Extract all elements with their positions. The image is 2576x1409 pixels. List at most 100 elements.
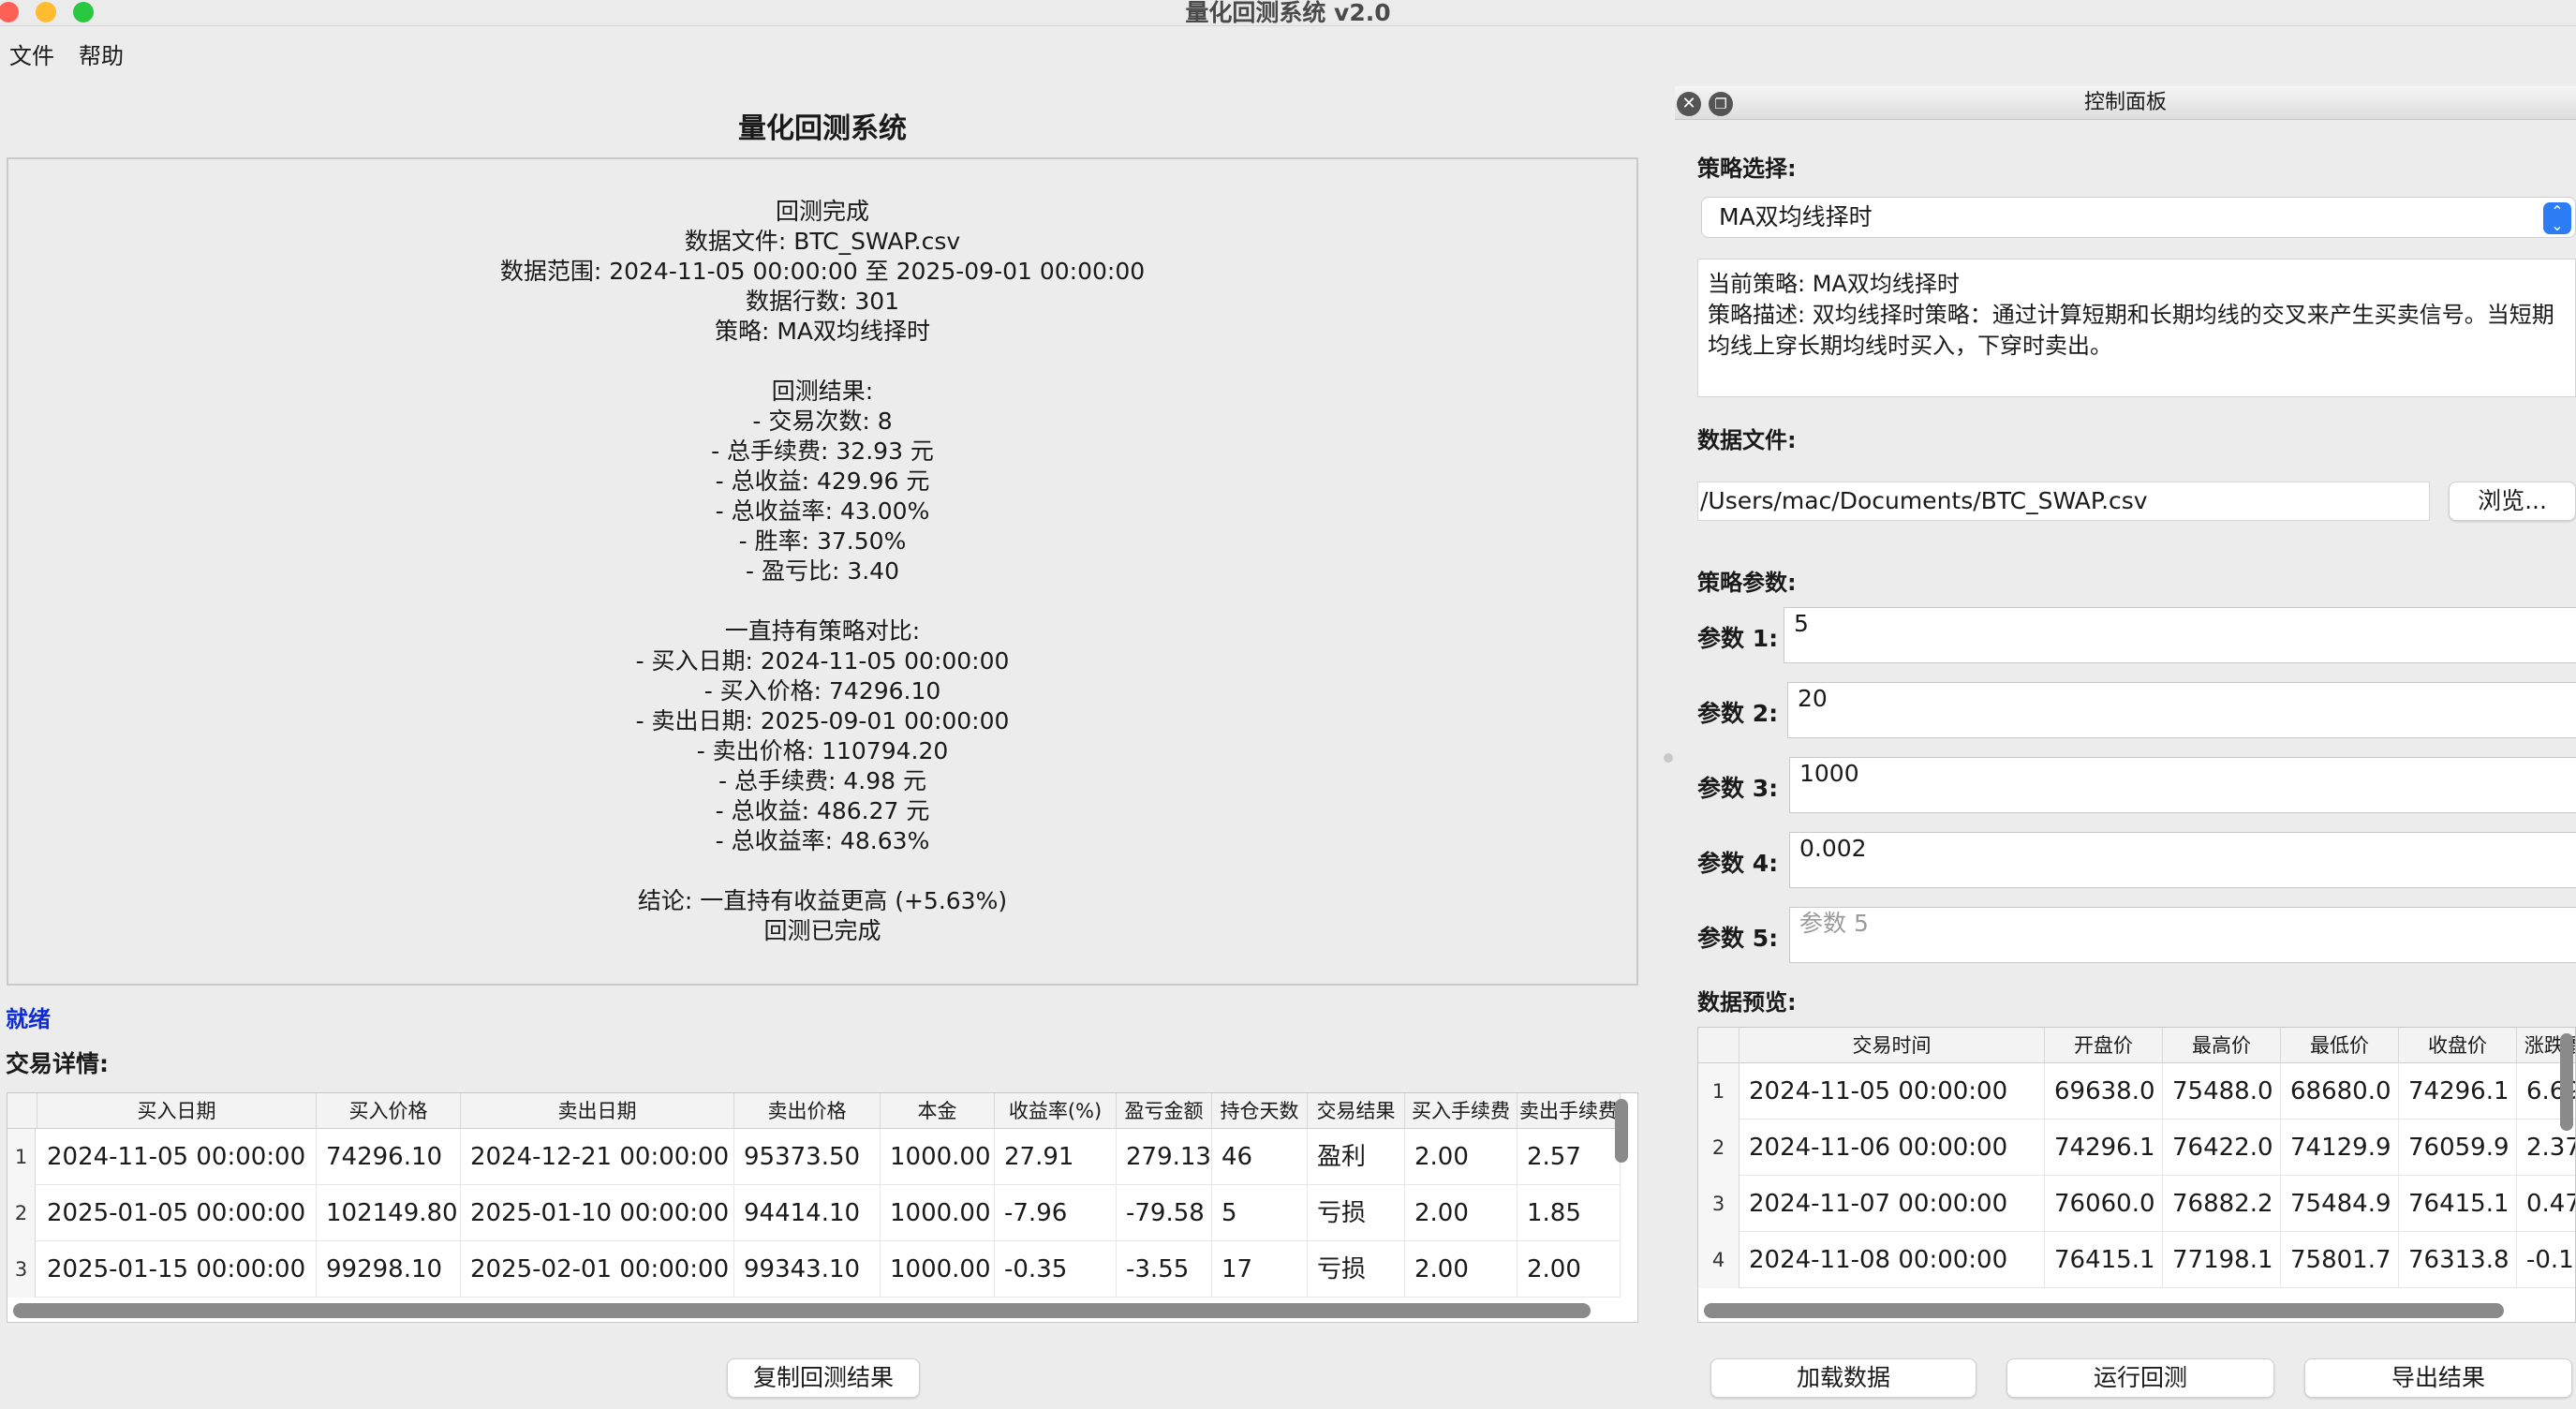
column-header[interactable]: 买入手续费	[1405, 1093, 1517, 1129]
table-cell[interactable]: 46	[1212, 1129, 1308, 1185]
result-line: 回测结果:	[771, 378, 874, 405]
result-line: - 总收益: 486.27 元	[715, 797, 930, 824]
result-line: - 总收益: 429.96 元	[715, 467, 930, 495]
param-1-input[interactable]: 5	[1784, 607, 2576, 663]
table-cell[interactable]: 17	[1212, 1241, 1308, 1298]
datafile-path-input[interactable]: /Users/mac/Documents/BTC_SWAP.csv	[1697, 482, 2430, 521]
column-header[interactable]: 收益率(%)	[995, 1093, 1117, 1129]
table-cell[interactable]: 1000.00	[881, 1129, 995, 1185]
column-header[interactable]: 买入价格	[317, 1093, 461, 1129]
table-cell[interactable]: -0.13	[2517, 1232, 2575, 1288]
horizontal-scrollbar[interactable]	[1704, 1303, 2504, 1318]
table-cell[interactable]: 2025-01-15 00:00:00	[37, 1241, 317, 1298]
table-cell[interactable]: 74296.10	[317, 1129, 461, 1185]
column-header[interactable]: 本金	[881, 1093, 995, 1129]
table-cell[interactable]: 2025-02-01 00:00:00	[461, 1241, 734, 1298]
status-label: 就绪	[6, 1006, 51, 1032]
table-cell[interactable]: 75484.9	[2281, 1176, 2399, 1232]
column-header[interactable]: 卖出日期	[461, 1093, 734, 1129]
export-result-button[interactable]: 导出结果	[2304, 1358, 2572, 1398]
table-cell[interactable]: -7.96	[995, 1185, 1117, 1241]
table-cell[interactable]: 2024-12-21 00:00:00	[461, 1129, 734, 1185]
param-5-input[interactable]: 参数 5	[1789, 907, 2576, 963]
table-cell[interactable]: 69638.0	[2045, 1063, 2163, 1120]
table-cell[interactable]: 76422.0	[2163, 1120, 2281, 1176]
column-header[interactable]: 持仓天数	[1212, 1093, 1308, 1129]
browse-button[interactable]: 浏览...	[2449, 482, 2576, 521]
column-header[interactable]: 开盘价	[2045, 1028, 2163, 1063]
load-data-button[interactable]: 加载数据	[1710, 1358, 1976, 1398]
param-2-input[interactable]: 20	[1787, 682, 2576, 738]
table-cell[interactable]: 1000.00	[881, 1241, 995, 1298]
run-backtest-button[interactable]: 运行回测	[2006, 1358, 2274, 1398]
table-cell[interactable]: 27.91	[995, 1129, 1117, 1185]
horizontal-scrollbar[interactable]	[13, 1303, 1591, 1318]
menu-help[interactable]: 帮助	[79, 37, 124, 75]
data-preview-table[interactable]: 交易时间开盘价最高价最低价收盘价涨跌幅(12024-11-05 00:00:00…	[1697, 1027, 2576, 1323]
table-cell[interactable]: 2.00	[1517, 1241, 1621, 1298]
column-header[interactable]: 收盘价	[2399, 1028, 2517, 1063]
table-cell[interactable]: 77198.1	[2163, 1232, 2281, 1288]
table-cell[interactable]: 75801.7	[2281, 1232, 2399, 1288]
table-cell[interactable]: 99343.10	[734, 1241, 881, 1298]
column-header[interactable]: 最高价	[2163, 1028, 2281, 1063]
column-header[interactable]: 最低价	[2281, 1028, 2399, 1063]
column-header[interactable]: 交易时间	[1740, 1028, 2045, 1063]
table-cell[interactable]: 74296.1	[2045, 1120, 2163, 1176]
table-cell[interactable]: 76415.1	[2045, 1232, 2163, 1288]
table-cell[interactable]: 76313.8	[2399, 1232, 2517, 1288]
table-cell[interactable]: 2024-11-05 00:00:00	[1740, 1063, 2045, 1120]
table-cell[interactable]: 2024-11-07 00:00:00	[1740, 1176, 2045, 1232]
strategy-select[interactable]: MA双均线择时 ⌃ ⌄	[1701, 197, 2576, 238]
column-header[interactable]: 盈亏金额	[1117, 1093, 1212, 1129]
table-cell[interactable]: 亏损	[1308, 1185, 1405, 1241]
table-cell[interactable]: -0.35	[995, 1241, 1117, 1298]
table-cell[interactable]: 2.00	[1405, 1185, 1517, 1241]
table-cell[interactable]: 2.00	[1405, 1129, 1517, 1185]
table-cell[interactable]: 5	[1212, 1185, 1308, 1241]
table-cell[interactable]: 102149.80	[317, 1185, 461, 1241]
table-cell[interactable]: 2024-11-05 00:00:00	[37, 1129, 317, 1185]
table-cell[interactable]: 2.00	[1405, 1241, 1517, 1298]
table-cell[interactable]: 2025-01-05 00:00:00	[37, 1185, 317, 1241]
table-cell[interactable]: -3.55	[1117, 1241, 1212, 1298]
trade-details-table[interactable]: 买入日期 买入价格 卖出日期 卖出价格 本金 收益率(%) 盈亏金额 持仓天数 交易结果 买入手续…	[7, 1092, 1638, 1323]
splitter-handle[interactable]	[1664, 753, 1673, 763]
table-cell[interactable]: 2024-11-06 00:00:00	[1740, 1120, 2045, 1176]
table-cell[interactable]: 76060.0	[2045, 1176, 2163, 1232]
table-cell[interactable]: 99298.10	[317, 1241, 461, 1298]
vertical-scrollbar[interactable]	[1615, 1099, 1628, 1163]
vertical-scrollbar[interactable]	[2560, 1033, 2573, 1131]
table-cell[interactable]: 75488.0	[2163, 1063, 2281, 1120]
table-cell[interactable]: 74129.9	[2281, 1120, 2399, 1176]
column-header[interactable]: 交易结果	[1308, 1093, 1405, 1129]
column-header[interactable]: 卖出手续费	[1517, 1093, 1621, 1129]
table-cell[interactable]: 68680.0	[2281, 1063, 2399, 1120]
column-header[interactable]: 卖出价格	[734, 1093, 881, 1129]
table-cell[interactable]: -79.58	[1117, 1185, 1212, 1241]
table-cell[interactable]: 279.13	[1117, 1129, 1212, 1185]
table-cell[interactable]: 0.47	[2517, 1176, 2575, 1232]
strategy-select-value: MA双均线择时	[1719, 203, 1873, 230]
table-cell[interactable]: 盈利	[1308, 1129, 1405, 1185]
table-cell[interactable]: 95373.50	[734, 1129, 881, 1185]
table-cell[interactable]: 1000.00	[881, 1185, 995, 1241]
param-3-input[interactable]: 1000	[1789, 757, 2576, 813]
copy-result-button[interactable]: 复制回测结果	[727, 1358, 920, 1398]
table-cell[interactable]: 2.57	[1517, 1129, 1621, 1185]
table-cell[interactable]: 1.85	[1517, 1185, 1621, 1241]
result-line: 结论: 一直持有收益更高 (+5.63%)	[637, 887, 1008, 914]
menu-file[interactable]: 文件	[9, 37, 54, 75]
table-cell[interactable]: 亏损	[1308, 1241, 1405, 1298]
table-cell[interactable]: 74296.1	[2399, 1063, 2517, 1120]
column-header[interactable]: 买入日期	[37, 1093, 317, 1129]
param-4-input[interactable]: 0.002	[1789, 832, 2576, 888]
result-line: - 买入价格: 74296.10	[703, 677, 941, 704]
table-cell[interactable]: 2025-01-10 00:00:00	[461, 1185, 734, 1241]
window-title: 量化回测系统 v2.0	[1185, 0, 1391, 26]
table-cell[interactable]: 2024-11-08 00:00:00	[1740, 1232, 2045, 1288]
table-cell[interactable]: 76059.9	[2399, 1120, 2517, 1176]
table-cell[interactable]: 76415.1	[2399, 1176, 2517, 1232]
table-cell[interactable]: 76882.2	[2163, 1176, 2281, 1232]
table-cell[interactable]: 94414.10	[734, 1185, 881, 1241]
